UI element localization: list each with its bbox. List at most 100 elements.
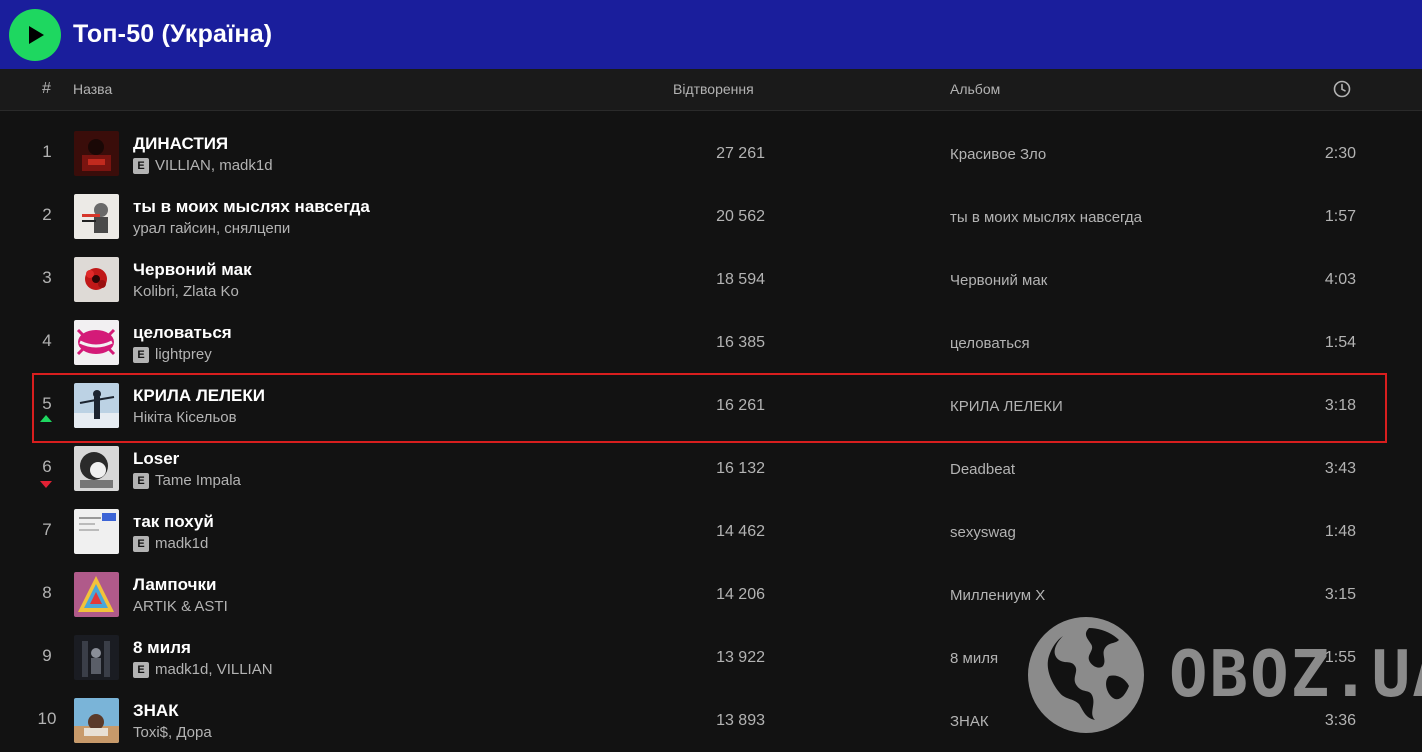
track-cover[interactable] bbox=[74, 257, 119, 302]
track-artists: ARTIK & ASTI bbox=[133, 598, 228, 615]
track-duration: 4:03 bbox=[1324, 271, 1356, 288]
track-album[interactable]: ты в моих мыслях навсегда bbox=[950, 209, 1142, 226]
track-rank: 10 bbox=[37, 709, 57, 728]
track-duration: 3:18 bbox=[1324, 397, 1356, 414]
track-name[interactable]: ДИНАСТИЯ bbox=[133, 134, 228, 154]
track-artists: урал гайсин, снялцепи bbox=[133, 220, 290, 237]
track-plays: 13 893 bbox=[716, 712, 765, 729]
track-name[interactable]: КРИЛА ЛЕЛЕКИ bbox=[133, 386, 265, 406]
track-artists-text[interactable]: Нікіта Кісельов bbox=[133, 409, 237, 426]
track-row[interactable]: 6 Loser E Tame Impala 16 132 Deadbeat 3:43 bbox=[0, 437, 1422, 500]
trend-down-icon bbox=[40, 481, 52, 488]
track-album[interactable]: 8 миля bbox=[950, 650, 998, 667]
track-cover[interactable] bbox=[74, 131, 119, 176]
track-row[interactable]: 10 ЗНАК Toxi$, Дора 13 893 ЗНАК 3:36 bbox=[0, 689, 1422, 752]
playlist-header: Топ-50 (Україна) bbox=[0, 0, 1422, 69]
track-duration: 2:30 bbox=[1324, 145, 1356, 162]
track-artists-text[interactable]: урал гайсин, снялцепи bbox=[133, 220, 290, 237]
track-rank: 9 bbox=[42, 646, 52, 665]
track-album[interactable]: sexyswag bbox=[950, 524, 1016, 541]
track-artists-text[interactable]: lightprey bbox=[155, 346, 212, 363]
track-name[interactable]: так похуй bbox=[133, 512, 214, 532]
track-plays: 16 385 bbox=[716, 334, 765, 351]
track-cover[interactable] bbox=[74, 572, 119, 617]
track-album[interactable]: ЗНАК bbox=[950, 713, 989, 730]
track-name[interactable]: 8 миля bbox=[133, 638, 191, 658]
track-album[interactable]: целоваться bbox=[950, 335, 1030, 352]
clock-icon[interactable] bbox=[1333, 80, 1351, 101]
column-header-number: # bbox=[42, 80, 51, 97]
track-cover[interactable] bbox=[74, 320, 119, 365]
play-button[interactable] bbox=[9, 8, 61, 61]
track-cover[interactable] bbox=[74, 635, 119, 680]
track-name[interactable]: Лампочки bbox=[133, 575, 216, 595]
track-duration: 3:36 bbox=[1324, 712, 1356, 729]
track-row[interactable]: 3 Червоний мак Kolibri, Zlata Ko 18 594 Черв… bbox=[0, 248, 1422, 311]
track-plays: 27 261 bbox=[716, 145, 765, 162]
track-name[interactable]: Червоний мак bbox=[133, 260, 252, 280]
track-album[interactable]: Красивое Зло bbox=[950, 146, 1046, 163]
track-album[interactable]: КРИЛА ЛЕЛЕКИ bbox=[950, 398, 1063, 415]
track-cover[interactable] bbox=[74, 698, 119, 743]
column-header-plays[interactable]: Відтворення bbox=[673, 81, 754, 97]
track-artists-text[interactable]: VILLIAN, madk1d bbox=[155, 157, 273, 174]
track-artists: Нікіта Кісельов bbox=[133, 409, 237, 426]
track-rank: 1 bbox=[42, 142, 52, 161]
track-artists: Toxi$, Дора bbox=[133, 724, 212, 741]
track-artists-text[interactable]: Toxi$, Дора bbox=[133, 724, 212, 741]
track-row[interactable]: 1 ДИНАСТИЯ E VILLIAN, madk1d 27 261 Красивое … bbox=[0, 122, 1422, 185]
track-rank: 7 bbox=[42, 520, 52, 539]
tracklist: 1 ДИНАСТИЯ E VILLIAN, madk1d 27 261 Красивое … bbox=[0, 122, 1422, 752]
track-name[interactable]: Loser bbox=[133, 449, 179, 469]
explicit-badge: E bbox=[133, 157, 149, 174]
track-album[interactable]: Червоний мак bbox=[950, 272, 1047, 289]
playlist-title: Топ-50 (Україна) bbox=[73, 20, 273, 48]
track-plays: 18 594 bbox=[716, 271, 765, 288]
track-artists: Elightprey bbox=[133, 346, 212, 363]
track-cover[interactable] bbox=[74, 194, 119, 239]
track-plays: 14 206 bbox=[716, 586, 765, 603]
track-album[interactable]: Deadbeat bbox=[950, 461, 1015, 478]
track-artists: Emadk1d, VILLIAN bbox=[133, 661, 273, 678]
track-row[interactable]: 9 8 миля Emadk1d, VILLIAN 13 922 8 миля 1:55 bbox=[0, 626, 1422, 689]
track-row[interactable]: 4 целоваться Elightprey 16 385 целоваться 1:5… bbox=[0, 311, 1422, 374]
column-header-album[interactable]: Альбом bbox=[950, 81, 1000, 97]
track-cover[interactable] bbox=[74, 509, 119, 554]
column-header-title[interactable]: Назва bbox=[73, 81, 112, 97]
explicit-badge: E bbox=[133, 535, 149, 552]
track-name[interactable]: ЗНАК bbox=[133, 701, 179, 721]
explicit-badge: E bbox=[133, 661, 149, 678]
track-plays: 13 922 bbox=[716, 649, 765, 666]
track-name[interactable]: ты в моих мыслях навсегда bbox=[133, 197, 370, 217]
track-artists: E VILLIAN, madk1d bbox=[133, 157, 273, 174]
track-row[interactable]: 2 ты в моих мыслях навсегда урал гайсин, с… bbox=[0, 185, 1422, 248]
track-artists-text[interactable]: ARTIK & ASTI bbox=[133, 598, 228, 615]
track-rank: 2 bbox=[42, 205, 52, 224]
track-plays: 20 562 bbox=[716, 208, 765, 225]
track-row[interactable]: 5 КРИЛА ЛЕЛЕКИ Нікіта Кісельов 16 261 КРИЛА … bbox=[0, 373, 1422, 443]
trend-up-icon bbox=[40, 415, 52, 422]
track-artists: E Tame Impala bbox=[133, 472, 241, 489]
explicit-badge: E bbox=[133, 472, 149, 489]
track-row[interactable]: 7 так похуй Emadk1d 14 462 sexyswag 1:48 bbox=[0, 500, 1422, 563]
track-album[interactable]: Миллениум X bbox=[950, 587, 1045, 604]
track-rank: 6 bbox=[42, 457, 52, 476]
track-artists-text[interactable]: madk1d, VILLIAN bbox=[155, 661, 273, 678]
track-artists-text[interactable]: madk1d bbox=[155, 535, 208, 552]
track-rank: 3 bbox=[42, 268, 52, 287]
play-icon bbox=[29, 25, 44, 44]
track-rank: 8 bbox=[42, 583, 52, 602]
explicit-badge: E bbox=[133, 346, 149, 363]
track-plays: 16 261 bbox=[716, 397, 765, 414]
track-duration: 1:55 bbox=[1324, 649, 1356, 666]
track-row[interactable]: 8 Лампочки ARTIK & ASTI 14 206 Миллениум X 3:… bbox=[0, 563, 1422, 626]
track-rank: 5 bbox=[42, 394, 52, 413]
track-artists: Emadk1d bbox=[133, 535, 208, 552]
track-cover[interactable] bbox=[74, 383, 119, 428]
track-artists-text[interactable]: Kolibri, Zlata Ko bbox=[133, 283, 239, 300]
track-plays: 14 462 bbox=[716, 523, 765, 540]
track-duration: 1:54 bbox=[1324, 334, 1356, 351]
track-cover[interactable] bbox=[74, 446, 119, 491]
track-artists-text[interactable]: Tame Impala bbox=[155, 472, 241, 489]
track-name[interactable]: целоваться bbox=[133, 323, 232, 343]
